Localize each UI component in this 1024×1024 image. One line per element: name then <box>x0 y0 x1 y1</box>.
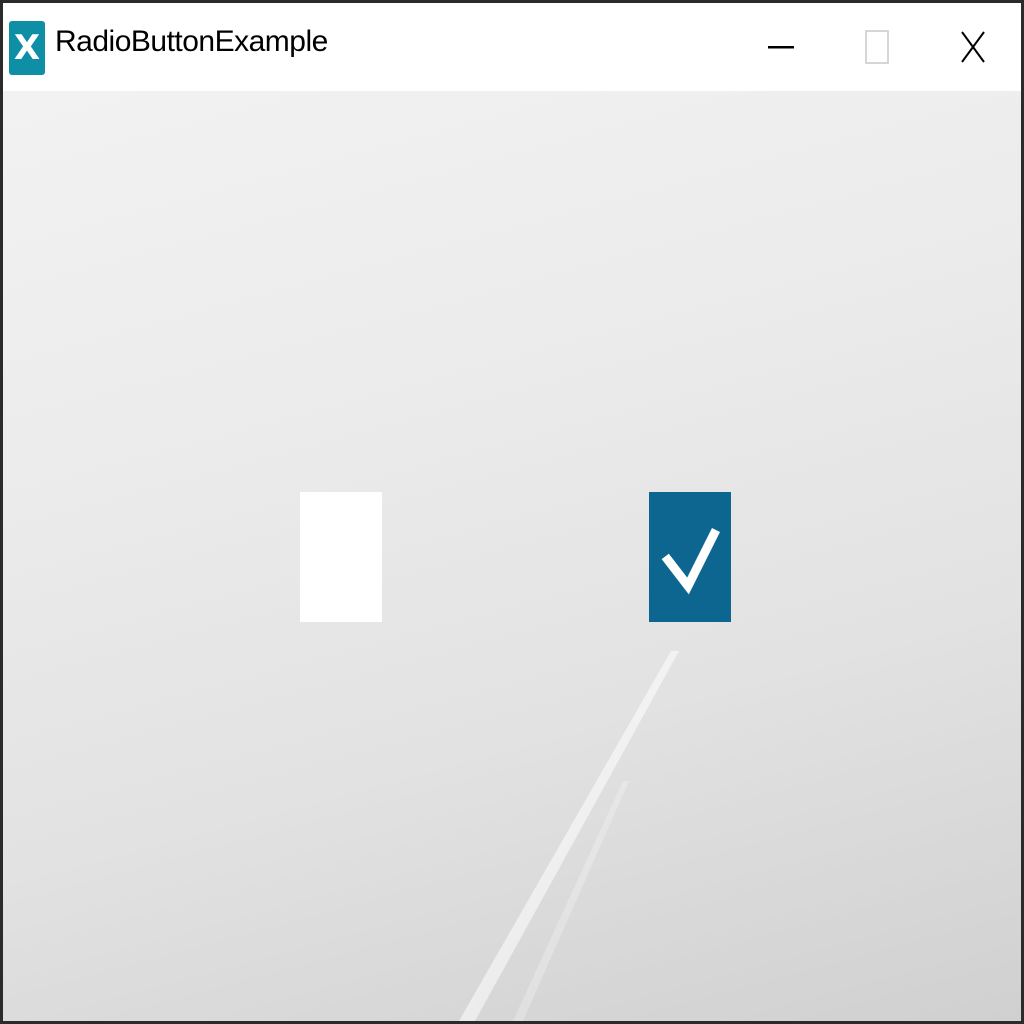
radio-button-checked[interactable] <box>649 492 731 622</box>
title-bar[interactable]: X RadioButtonExample <box>3 3 1021 91</box>
close-icon <box>961 31 985 63</box>
check-mark-icon <box>661 527 720 595</box>
app-icon: X <box>9 21 45 75</box>
close-button[interactable] <box>925 3 1021 91</box>
app-window: X RadioButtonExample <box>0 0 1024 1024</box>
maximize-button[interactable] <box>829 3 925 91</box>
background-light-streak <box>459 651 679 1021</box>
radio-button-unchecked[interactable] <box>300 492 382 622</box>
app-icon-letter: X <box>13 28 41 68</box>
window-title: RadioButtonExample <box>55 25 328 58</box>
maximize-icon <box>865 30 889 64</box>
minimize-icon <box>768 46 794 49</box>
minimize-button[interactable] <box>733 3 829 91</box>
window-content <box>3 91 1021 1021</box>
